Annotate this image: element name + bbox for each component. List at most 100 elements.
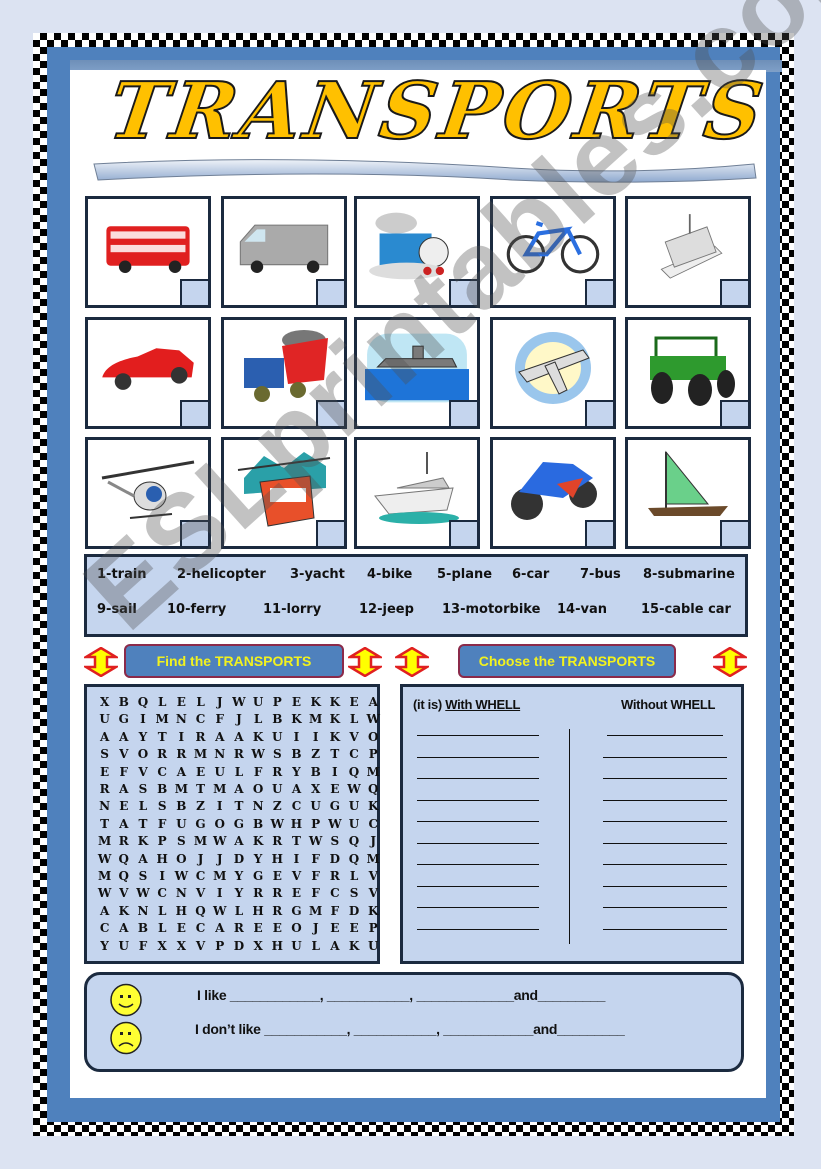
word-search-letter[interactable]: K xyxy=(133,834,152,848)
answer-number-box[interactable] xyxy=(316,279,344,305)
word-search-letter[interactable]: Z xyxy=(191,799,210,813)
word-search-letter[interactable]: L xyxy=(153,695,172,709)
word-search-letter[interactable]: S xyxy=(268,747,287,761)
word-search-letter[interactable]: A xyxy=(210,730,229,744)
word-search-letter[interactable]: M xyxy=(95,834,114,848)
word-search-letter[interactable]: A xyxy=(114,921,133,935)
word-search-letter[interactable]: V xyxy=(364,869,383,883)
word-search-letter[interactable]: M xyxy=(210,782,229,796)
word-search-letter[interactable]: L xyxy=(306,939,325,953)
answer-number-box[interactable] xyxy=(720,400,748,426)
word-search-letter[interactable]: M xyxy=(210,869,229,883)
word-search-letter[interactable]: X xyxy=(306,782,325,796)
with-wheel-answer-line[interactable] xyxy=(417,842,539,844)
word-search-letter[interactable]: F xyxy=(306,886,325,900)
word-search-letter[interactable]: I xyxy=(133,712,152,726)
word-search-letter[interactable]: V xyxy=(191,886,210,900)
word-search-letter[interactable]: S xyxy=(133,869,152,883)
word-search-letter[interactable]: B xyxy=(133,921,152,935)
word-search-letter[interactable]: B xyxy=(153,782,172,796)
word-search-letter[interactable]: V xyxy=(344,730,363,744)
word-search-letter[interactable]: Z xyxy=(306,747,325,761)
answer-number-box[interactable] xyxy=(449,279,477,305)
word-search-letter[interactable]: T xyxy=(133,817,152,831)
word-search-letter[interactable]: E xyxy=(191,765,210,779)
word-search-letter[interactable]: E xyxy=(114,799,133,813)
word-search-letter[interactable]: K xyxy=(364,799,383,813)
word-search-letter[interactable]: U xyxy=(287,939,306,953)
word-search-letter[interactable]: W xyxy=(133,886,152,900)
word-search-letter[interactable]: U xyxy=(268,782,287,796)
answer-number-box[interactable] xyxy=(449,400,477,426)
word-search-letter[interactable]: I xyxy=(172,730,191,744)
word-search-letter[interactable]: W xyxy=(364,712,383,726)
word-search-letter[interactable]: K xyxy=(325,712,344,726)
word-search-letter[interactable]: K xyxy=(325,695,344,709)
word-search-letter[interactable]: Y xyxy=(95,939,114,953)
word-search-letter[interactable]: T xyxy=(229,799,248,813)
word-search-letter[interactable]: L xyxy=(344,869,363,883)
word-search-letter[interactable]: P xyxy=(268,695,287,709)
word-search-letter[interactable]: V xyxy=(364,886,383,900)
word-search-letter[interactable]: I xyxy=(306,730,325,744)
word-search-letter[interactable]: D xyxy=(325,852,344,866)
word-search-letter[interactable]: M xyxy=(172,782,191,796)
word-search-letter[interactable]: R xyxy=(325,869,344,883)
word-search-letter[interactable]: K xyxy=(344,939,363,953)
word-search-letter[interactable]: Q xyxy=(133,695,152,709)
word-search-letter[interactable]: A xyxy=(114,782,133,796)
word-search-letter[interactable]: U xyxy=(114,939,133,953)
like-sentence[interactable]: I like ____________, ___________, ______… xyxy=(197,987,605,1003)
word-search-letter[interactable]: C xyxy=(191,712,210,726)
word-search-letter[interactable]: T xyxy=(325,747,344,761)
word-search-letter[interactable]: A xyxy=(229,730,248,744)
word-search-letter[interactable]: G xyxy=(287,904,306,918)
word-search-letter[interactable]: V xyxy=(287,869,306,883)
word-search-letter[interactable]: L xyxy=(153,904,172,918)
word-search-letter[interactable]: B xyxy=(306,765,325,779)
word-search-letter[interactable]: A xyxy=(364,695,383,709)
word-search-letter[interactable]: E xyxy=(95,765,114,779)
word-search-letter[interactable]: A xyxy=(114,730,133,744)
word-search-letter[interactable]: N xyxy=(95,799,114,813)
word-search-letter[interactable]: F xyxy=(325,904,344,918)
word-search-letter[interactable]: Y xyxy=(249,852,268,866)
word-search-letter[interactable]: N xyxy=(210,747,229,761)
word-search-letter[interactable]: N xyxy=(172,712,191,726)
word-search-letter[interactable]: A xyxy=(210,921,229,935)
with-wheel-answer-line[interactable] xyxy=(417,864,539,865)
word-search-letter[interactable]: P xyxy=(364,747,383,761)
word-search-letter[interactable]: J xyxy=(210,695,229,709)
word-search-letter[interactable]: H xyxy=(153,852,172,866)
word-search-letter[interactable]: J xyxy=(364,834,383,848)
word-search-letter[interactable]: Q xyxy=(344,834,363,848)
word-search-letter[interactable]: S xyxy=(344,886,363,900)
word-search-letter[interactable]: J xyxy=(191,852,210,866)
word-search-letter[interactable]: E xyxy=(172,921,191,935)
without-wheel-answer-line[interactable] xyxy=(603,778,727,779)
with-wheel-answer-line[interactable] xyxy=(417,799,539,801)
with-wheel-answer-line[interactable] xyxy=(417,778,539,779)
word-search-letter[interactable]: D xyxy=(229,852,248,866)
word-search-letter[interactable]: W xyxy=(229,695,248,709)
with-wheel-answer-line[interactable] xyxy=(417,885,539,887)
word-search-letter[interactable]: R xyxy=(114,834,133,848)
word-search-letter[interactable]: I xyxy=(287,852,306,866)
word-search-letter[interactable]: B xyxy=(287,747,306,761)
word-search-letter[interactable]: A xyxy=(229,834,248,848)
word-search-letter[interactable]: F xyxy=(306,869,325,883)
word-search-letter[interactable]: L xyxy=(229,904,248,918)
word-search-letter[interactable]: S xyxy=(325,834,344,848)
word-search-letter[interactable]: Q xyxy=(344,765,363,779)
word-search-letter[interactable]: L xyxy=(249,712,268,726)
word-search-letter[interactable]: A xyxy=(172,765,191,779)
word-search-letter[interactable]: M xyxy=(364,765,383,779)
word-search-letter[interactable]: H xyxy=(249,904,268,918)
answer-number-box[interactable] xyxy=(180,400,208,426)
word-search-letter[interactable]: L xyxy=(229,765,248,779)
word-search-letter[interactable]: O xyxy=(249,782,268,796)
word-search-letter[interactable]: L xyxy=(344,712,363,726)
word-search-letter[interactable]: F xyxy=(114,765,133,779)
word-search-letter[interactable]: N xyxy=(172,886,191,900)
word-search-letter[interactable]: W xyxy=(95,852,114,866)
